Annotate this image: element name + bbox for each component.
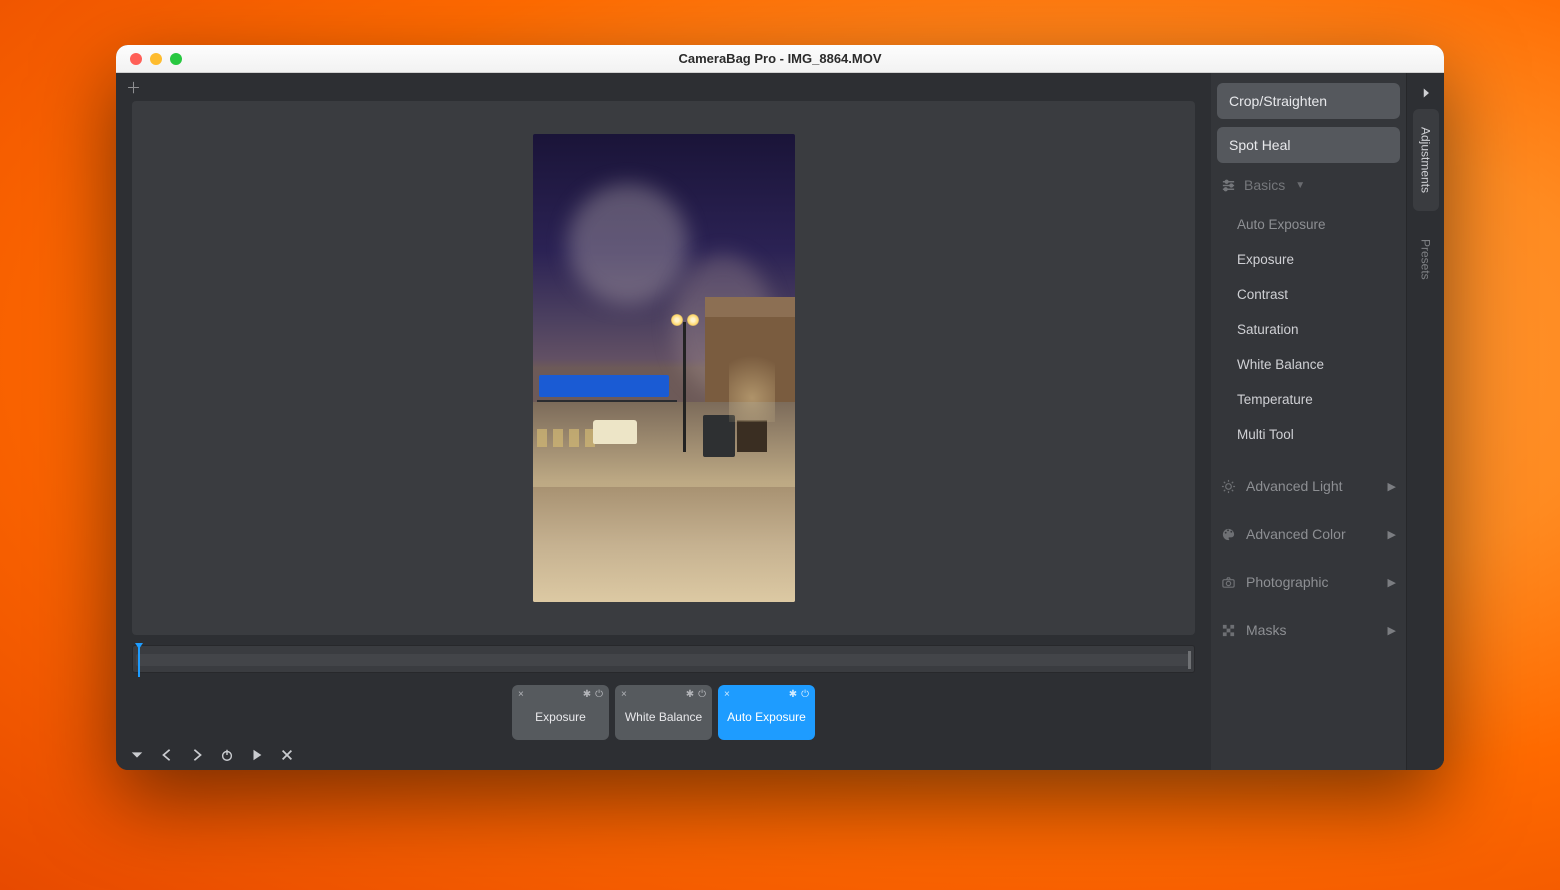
cat-label: Advanced Color <box>1246 526 1346 542</box>
timeline-end-icon <box>1188 651 1191 669</box>
section-basics[interactable]: Basics ▼ <box>1217 171 1400 199</box>
item-auto-exposure[interactable]: Auto Exposure <box>1217 209 1400 240</box>
side-panel: Crop/Straighten Spot Heal Basics ▼ Auto … <box>1211 73 1406 770</box>
close-window-icon[interactable] <box>130 53 142 65</box>
minimize-window-icon[interactable] <box>150 53 162 65</box>
chip-pin-icon[interactable]: ✱ <box>789 689 797 702</box>
image-viewer[interactable] <box>132 101 1195 635</box>
spot-heal-button[interactable]: Spot Heal <box>1217 127 1400 163</box>
item-contrast[interactable]: Contrast <box>1217 279 1400 310</box>
chip-power-icon[interactable]: ⏻ <box>698 689 706 702</box>
chip-close-icon[interactable]: × <box>621 689 627 702</box>
preview-image <box>533 134 795 602</box>
chevron-down-icon: ▼ <box>1295 180 1305 191</box>
chevron-right-icon: ▶ <box>1388 576 1396 589</box>
chip-close-icon[interactable]: × <box>518 689 524 702</box>
transport-controls <box>116 746 1211 770</box>
app-body: ＋ <box>116 73 1444 770</box>
tab-presets[interactable]: Presets <box>1413 221 1439 298</box>
edge-tabs: Adjustments Presets <box>1406 73 1444 770</box>
section-photographic[interactable]: Photographic ▶ <box>1217 562 1400 602</box>
collapse-panel-button[interactable] <box>1420 87 1432 99</box>
clear-button[interactable] <box>280 748 294 762</box>
basics-items: Auto Exposure Exposure Contrast Saturati… <box>1217 207 1400 458</box>
section-advanced-color[interactable]: Advanced Color ▶ <box>1217 514 1400 554</box>
chip-exposure[interactable]: × ✱ ⏻ Exposure <box>512 685 609 740</box>
titlebar: CameraBag Pro - IMG_8864.MOV <box>116 45 1444 73</box>
prev-button[interactable] <box>160 748 174 762</box>
item-saturation[interactable]: Saturation <box>1217 314 1400 345</box>
chip-label: Exposure <box>535 710 586 725</box>
add-tab-button[interactable]: ＋ <box>126 77 141 98</box>
sliders-icon <box>1221 178 1236 193</box>
section-masks[interactable]: Masks ▶ <box>1217 610 1400 650</box>
chevron-right-icon: ▶ <box>1388 624 1396 637</box>
zoom-window-icon[interactable] <box>170 53 182 65</box>
main-area: ＋ <box>116 73 1211 770</box>
chip-power-icon[interactable]: ⏻ <box>801 689 809 702</box>
item-exposure[interactable]: Exposure <box>1217 244 1400 275</box>
cat-label: Photographic <box>1246 574 1329 590</box>
next-button[interactable] <box>190 748 204 762</box>
menu-down-button[interactable] <box>130 748 144 762</box>
play-button[interactable] <box>250 748 264 762</box>
timeline[interactable] <box>132 645 1195 673</box>
power-button[interactable] <box>220 748 234 762</box>
app-window: CameraBag Pro - IMG_8864.MOV ＋ <box>116 45 1444 770</box>
chevron-right-icon: ▶ <box>1388 480 1396 493</box>
crop-straighten-button[interactable]: Crop/Straighten <box>1217 83 1400 119</box>
tab-bar: ＋ <box>116 73 1211 101</box>
checker-icon <box>1221 623 1236 638</box>
cat-label: Advanced Light <box>1246 478 1343 494</box>
cat-label: Masks <box>1246 622 1286 638</box>
chip-pin-icon[interactable]: ✱ <box>686 689 694 702</box>
chip-auto-exposure[interactable]: × ✱ ⏻ Auto Exposure <box>718 685 815 740</box>
palette-icon <box>1221 527 1236 542</box>
item-white-balance[interactable]: White Balance <box>1217 349 1400 380</box>
chip-white-balance[interactable]: × ✱ ⏻ White Balance <box>615 685 712 740</box>
tab-adjustments[interactable]: Adjustments <box>1413 109 1439 211</box>
item-multi-tool[interactable]: Multi Tool <box>1217 419 1400 450</box>
chip-pin-icon[interactable]: ✱ <box>583 689 591 702</box>
timeline-area <box>116 635 1211 679</box>
section-advanced-light[interactable]: Advanced Light ▶ <box>1217 466 1400 506</box>
chip-label: White Balance <box>625 710 702 725</box>
chevron-right-icon: ▶ <box>1388 528 1396 541</box>
adjustment-chips: × ✱ ⏻ Exposure × ✱ ⏻ White Balance <box>116 679 1211 746</box>
section-basics-label: Basics <box>1244 177 1285 193</box>
sun-icon <box>1221 479 1236 494</box>
traffic-lights <box>130 53 182 65</box>
window-title: CameraBag Pro - IMG_8864.MOV <box>116 51 1444 66</box>
chip-close-icon[interactable]: × <box>724 689 730 702</box>
camera-icon <box>1221 575 1236 590</box>
playhead-icon[interactable] <box>135 643 142 677</box>
chip-label: Auto Exposure <box>727 710 806 725</box>
item-temperature[interactable]: Temperature <box>1217 384 1400 415</box>
chip-power-icon[interactable]: ⏻ <box>595 689 603 702</box>
